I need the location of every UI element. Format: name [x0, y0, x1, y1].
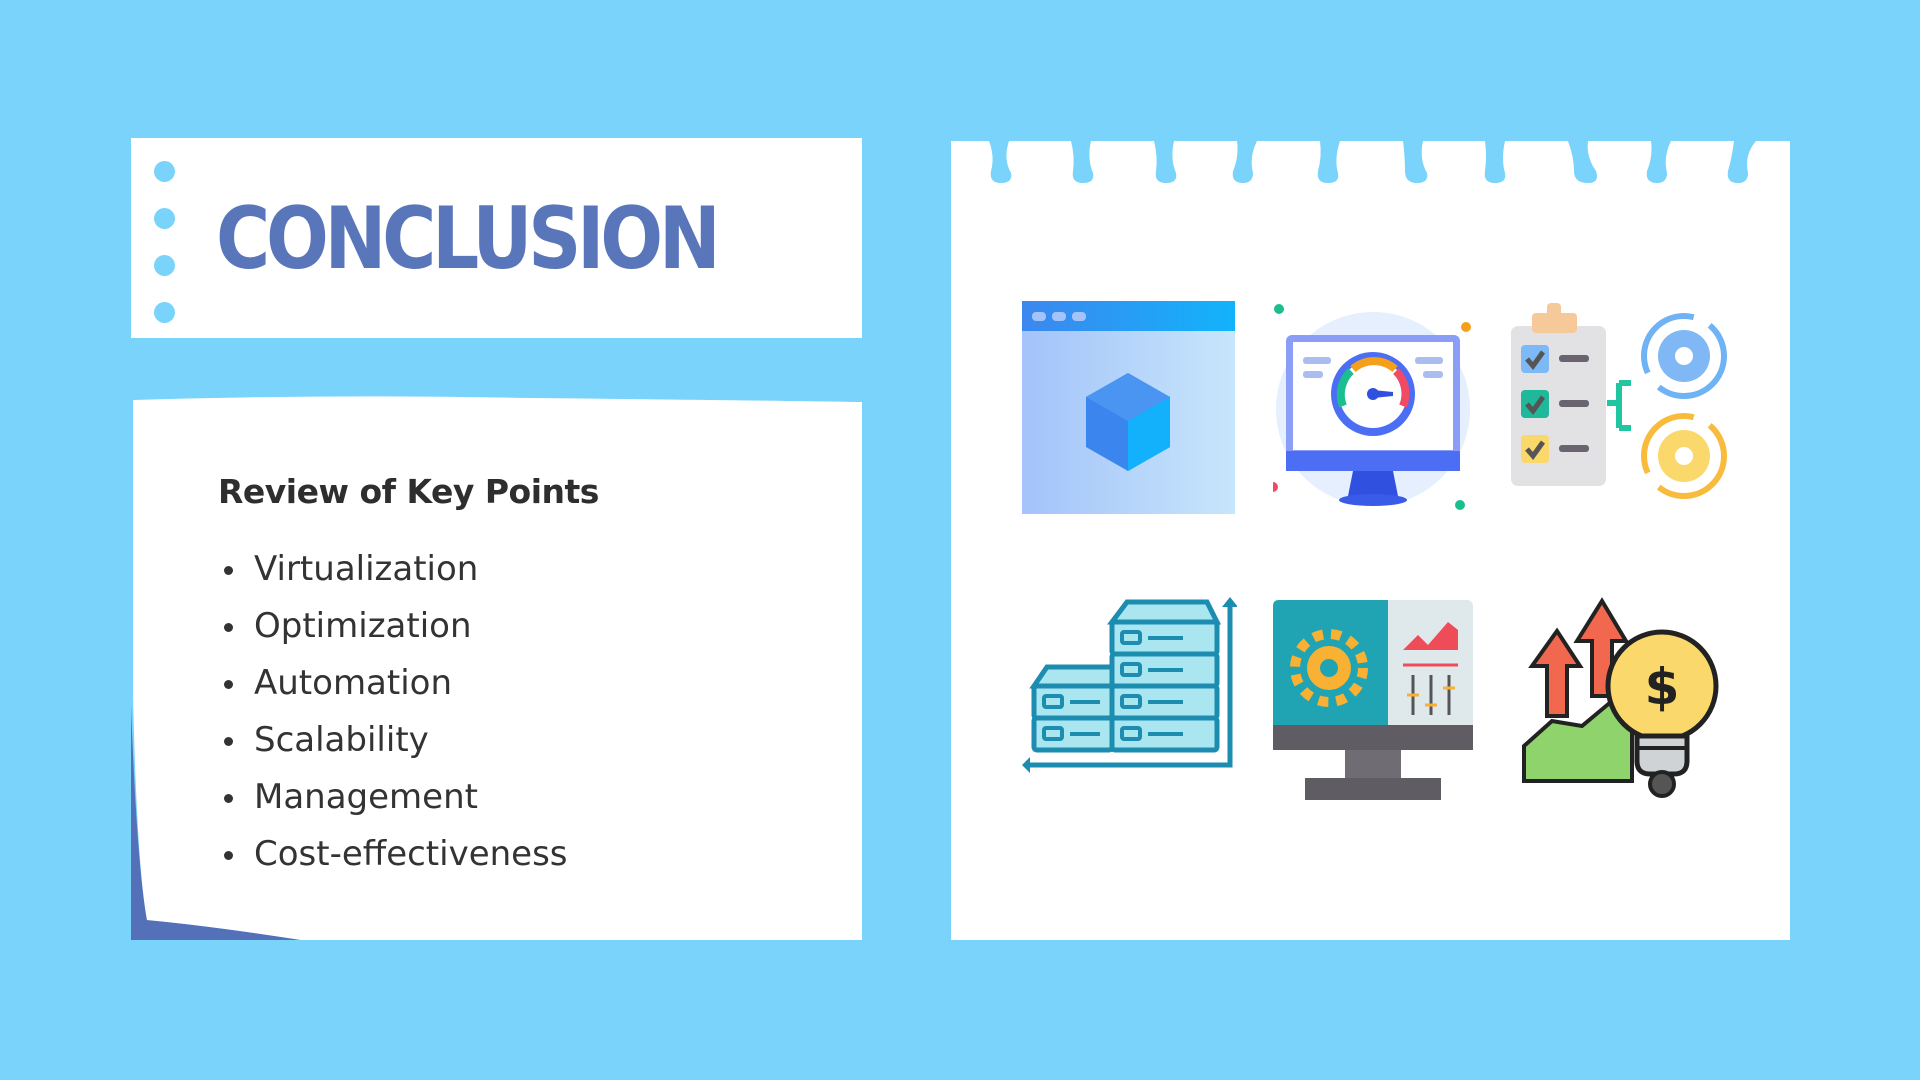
list-item: Optimization	[222, 602, 568, 659]
scalable-servers-icon	[1022, 597, 1237, 773]
virtual-cube-window-icon	[1022, 301, 1235, 514]
torn-paper-drips	[989, 141, 1756, 183]
list-item: Scalability	[222, 716, 568, 773]
management-dashboard-monitor-icon	[1273, 600, 1473, 800]
list-item: Virtualization	[222, 545, 568, 602]
performance-gauge-monitor-icon	[1273, 304, 1471, 510]
checklist-gears-automation-icon	[1511, 303, 1727, 499]
key-points-list: Virtualization Optimization Automation S…	[222, 545, 568, 887]
binder-dot	[154, 161, 175, 182]
binder-dot	[154, 208, 175, 229]
binder-dot	[154, 255, 175, 276]
list-item: Management	[222, 773, 568, 830]
cost-growth-lightbulb-icon: $	[1522, 597, 1719, 798]
list-item: Automation	[222, 659, 568, 716]
dollar-sign-icon: $	[1645, 658, 1680, 716]
page-title: CONCLUSION	[216, 189, 721, 289]
section-heading: Review of Key Points	[218, 472, 599, 511]
icons-card: $	[951, 141, 1790, 940]
list-item: Cost-effectiveness	[222, 830, 568, 887]
binder-dot	[154, 302, 175, 323]
